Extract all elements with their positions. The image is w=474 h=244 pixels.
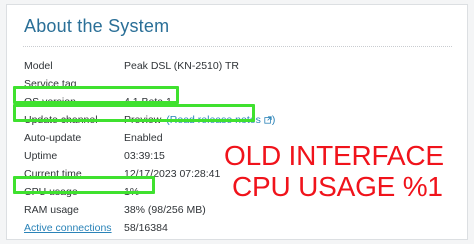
info-row-active-connections: Active connections 58/16384	[7, 219, 307, 237]
overlay-caption-line-2: CPU USAGE %1	[232, 171, 443, 202]
about-system-panel: About the System Model Peak DSL (KN-2510…	[6, 4, 468, 240]
row-value: Peak DSL (KN-2510) TR	[124, 60, 239, 72]
row-value: Enabled	[124, 132, 163, 144]
row-label: RAM usage	[24, 204, 79, 216]
highlight-box-os-version	[13, 86, 179, 104]
row-label: Model	[24, 60, 53, 72]
paren-close: )	[271, 114, 276, 126]
panel-title: About the System	[24, 16, 170, 36]
highlight-box-update-channel	[13, 104, 255, 122]
active-connections-link[interactable]: Active connections	[24, 219, 112, 237]
row-label: Uptime	[24, 150, 58, 162]
info-row-model: Model Peak DSL (KN-2510) TR	[7, 57, 307, 75]
row-value: 03:39:15	[124, 150, 165, 162]
row-label: Auto-update	[24, 132, 82, 144]
highlight-box-cpu-usage	[13, 176, 155, 194]
overlay-caption-line-1: OLD INTERFACE	[224, 140, 444, 171]
title-divider	[23, 46, 452, 47]
row-value: 38% (98/256 MB)	[124, 204, 206, 216]
row-value: 58/16384	[124, 222, 168, 234]
info-row-ram-usage: RAM usage 38% (98/256 MB)	[7, 201, 307, 219]
external-link-icon[interactable]	[264, 116, 272, 124]
